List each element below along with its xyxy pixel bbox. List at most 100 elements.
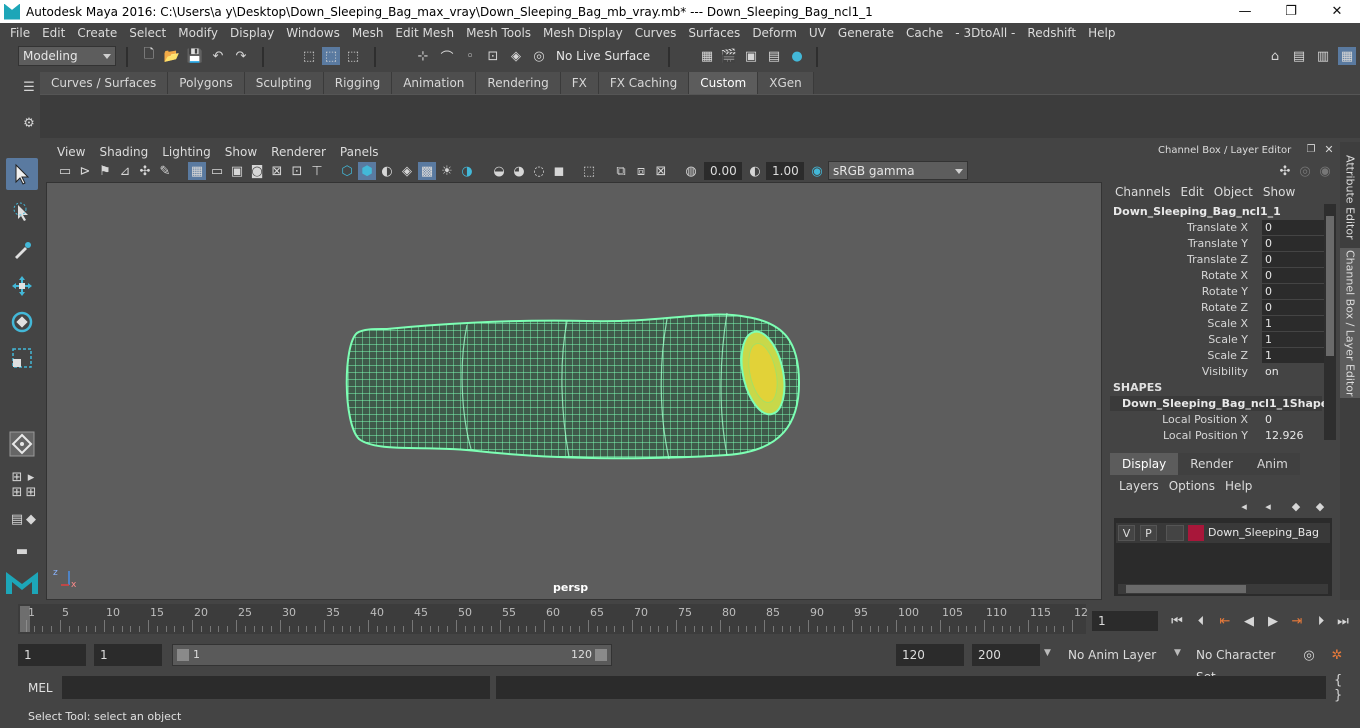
layer-tab-display[interactable]: Display	[1110, 453, 1179, 475]
attr-row[interactable]: Translate Z 0	[1110, 252, 1324, 268]
image-plane-icon[interactable]: ⊿	[116, 162, 134, 180]
layer-row[interactable]: V P Down_Sleeping_Bag	[1116, 523, 1330, 543]
scale-tool-icon[interactable]	[6, 342, 38, 374]
snap-curve-icon[interactable]: ⌒	[438, 47, 456, 66]
step-forward-key-icon[interactable]: ⇥	[1288, 612, 1306, 630]
wireframe-on-shaded-icon[interactable]: ◈	[398, 162, 416, 180]
xray-icon[interactable]: ▩	[418, 162, 436, 180]
undo-icon[interactable]: ↶	[209, 47, 227, 65]
shelf-tab-custom[interactable]: Custom	[689, 72, 759, 94]
channel-box-menu-show[interactable]: Show	[1258, 185, 1300, 199]
gamma-icon[interactable]: ◐	[746, 162, 764, 180]
layer-menu-options[interactable]: Options	[1164, 479, 1220, 493]
attr-value[interactable]: 0	[1262, 252, 1324, 267]
quick-layout-icon[interactable]: ▬	[8, 542, 36, 560]
shelf-tab-rendering[interactable]: Rendering	[476, 72, 561, 94]
move-layer-down-icon[interactable]: ◂	[1260, 498, 1276, 514]
rotate-tool-icon[interactable]	[6, 306, 38, 338]
menu-curves[interactable]: Curves	[629, 26, 683, 40]
shelf-tab-curves-surfaces[interactable]: Curves / Surfaces	[40, 72, 169, 94]
shelf-tab-animation[interactable]: Animation	[392, 72, 477, 94]
ipr-render-icon[interactable]: ▣	[742, 47, 760, 65]
command-language-label[interactable]: MEL	[28, 681, 53, 695]
channel-box-menu-object[interactable]: Object	[1209, 185, 1258, 199]
render-frame-icon[interactable]: 🎬	[720, 47, 738, 65]
attr-value[interactable]: 0	[1262, 412, 1324, 427]
new-layer-selected-icon[interactable]: ◆	[1312, 498, 1328, 514]
layer-name[interactable]: Down_Sleeping_Bag	[1208, 526, 1319, 539]
lasso-tool-icon[interactable]	[6, 196, 38, 228]
viewport-menu-show[interactable]: Show	[218, 145, 264, 159]
attr-value[interactable]: 0	[1262, 268, 1324, 283]
viewport-menu-lighting[interactable]: Lighting	[155, 145, 218, 159]
exposure-field[interactable]: 0.00	[704, 162, 742, 180]
snap-point-icon[interactable]: ◦	[461, 47, 479, 65]
close-panel-icon[interactable]: ✕	[1322, 142, 1336, 156]
attr-value[interactable]: 1	[1262, 316, 1324, 331]
auto-key-icon[interactable]: ◎	[1300, 646, 1318, 664]
depth-of-field-icon[interactable]: ◼	[550, 162, 568, 180]
go-to-start-icon[interactable]: ⏮	[1168, 612, 1186, 630]
safe-action-icon[interactable]: ⊡	[288, 162, 306, 180]
character-set-dropdown[interactable]: No Character Set	[1192, 644, 1292, 684]
menu-modify[interactable]: Modify	[172, 26, 224, 40]
range-slider[interactable]: 1 120	[172, 644, 612, 666]
channel-box-menu-edit[interactable]: Edit	[1176, 185, 1209, 199]
isolate-select-icon[interactable]: ⬚	[580, 162, 598, 180]
layer-tab-render[interactable]: Render	[1178, 453, 1245, 475]
sleeping-bag-wireframe[interactable]: z x	[47, 183, 1102, 600]
select-by-component-icon[interactable]: ⬚	[344, 47, 362, 65]
attr-value[interactable]: 0	[1262, 300, 1324, 315]
layer-visibility-toggle[interactable]: V	[1118, 525, 1135, 541]
snap-view-plane-icon[interactable]: ⊡	[484, 47, 502, 65]
colorspace-dropdown[interactable]: sRGB gamma	[828, 161, 968, 180]
2d-pan-zoom-icon[interactable]: ✣	[136, 162, 154, 180]
motion-blur-icon[interactable]: ◕	[510, 162, 528, 180]
shelf-menu-icon[interactable]: ☰	[20, 78, 38, 96]
attr-row[interactable]: Rotate X 0	[1110, 268, 1324, 284]
select-by-hierarchy-icon[interactable]: ⬚	[300, 47, 318, 65]
shelf-tab-xgen[interactable]: XGen	[758, 72, 814, 94]
chevron-down-icon[interactable]: ▼	[1044, 648, 1054, 658]
new-layer-icon[interactable]: ◆	[1288, 498, 1304, 514]
shelf-gear-icon[interactable]: ⚙	[20, 114, 38, 132]
attr-value[interactable]: 1	[1262, 332, 1324, 347]
animation-end-field[interactable]: 200	[972, 644, 1040, 666]
smooth-shade-icon[interactable]: ⬢	[358, 162, 376, 180]
menu-help[interactable]: Help	[1082, 26, 1121, 40]
layer-display-type[interactable]	[1166, 525, 1184, 541]
viewport-menu-renderer[interactable]: Renderer	[264, 145, 333, 159]
menu-create[interactable]: Create	[71, 26, 123, 40]
tab-attribute-editor[interactable]: Attribute Editor	[1340, 150, 1360, 244]
use-all-lights-icon[interactable]: ☀	[438, 162, 456, 180]
redo-icon[interactable]: ↷	[232, 47, 250, 65]
menu-uv[interactable]: UV	[803, 26, 832, 40]
tool-settings-toggle-icon[interactable]: ▥	[1314, 47, 1332, 65]
safe-title-icon[interactable]: ⊤	[308, 162, 326, 180]
scrollbar-thumb[interactable]	[1126, 585, 1246, 593]
attr-row[interactable]: Scale Z 1	[1110, 348, 1324, 364]
menu-edit[interactable]: Edit	[36, 26, 71, 40]
shelf-tab-sculpting[interactable]: Sculpting	[244, 72, 324, 94]
command-input[interactable]	[62, 676, 490, 699]
film-gate-icon[interactable]: ▭	[208, 162, 226, 180]
attr-value[interactable]: 0	[1262, 284, 1324, 299]
manipulator-icon[interactable]: ◎	[1298, 164, 1312, 179]
menu-mesh-display[interactable]: Mesh Display	[537, 26, 629, 40]
grid-toggle-icon[interactable]: ▦	[188, 162, 206, 180]
camera-select-icon[interactable]: ▭	[56, 162, 74, 180]
time-slider[interactable]: 1 5 10 15 20 25 30 35 40 45 50 55 60 65 70 75 80 85 90 95 10…	[18, 604, 1088, 634]
anti-aliasing-icon[interactable]: ◌	[530, 162, 548, 180]
color-management-icon[interactable]: ◉	[808, 162, 826, 180]
grease-pencil-icon[interactable]: ✎	[156, 162, 174, 180]
shelf-tab-fx[interactable]: FX	[560, 72, 599, 94]
attr-row[interactable]: Scale Y 1	[1110, 332, 1324, 348]
animation-prefs-icon[interactable]: ✲	[1328, 646, 1346, 664]
move-tool-icon[interactable]	[6, 270, 38, 302]
default-material-icon[interactable]: ◐	[378, 162, 396, 180]
axis-icon[interactable]: ✣	[1278, 164, 1292, 179]
exposure-icon[interactable]: ◍	[682, 162, 700, 180]
minimize-button[interactable]: —	[1222, 0, 1268, 23]
current-frame-field[interactable]: 1	[1092, 611, 1158, 631]
layer-playback-toggle[interactable]: P	[1140, 525, 1157, 541]
